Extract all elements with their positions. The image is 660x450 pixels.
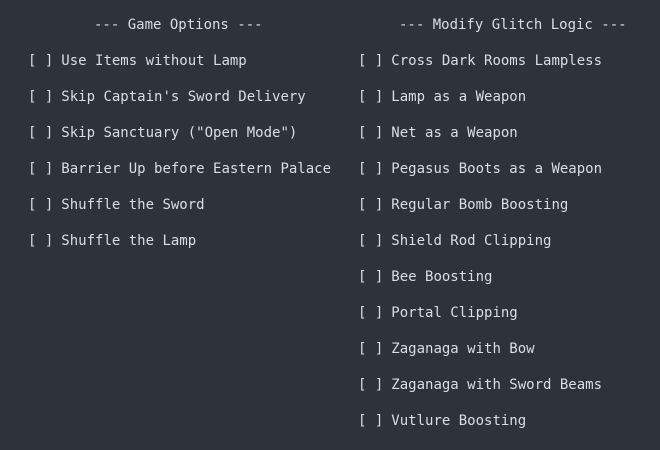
option-row[interactable]: [ ] Shuffle the Lamp <box>28 231 331 267</box>
glitch-logic-title: --- Modify Glitch Logic --- <box>399 17 627 33</box>
option-checkbox[interactable]: [ ] <box>28 195 53 215</box>
option-checkbox[interactable]: [ ] <box>358 303 383 323</box>
option-checkbox[interactable]: [ ] <box>358 195 383 215</box>
option-label: Shield Rod Clipping <box>391 233 552 249</box>
option-label: Barrier Up before Eastern Palace <box>61 161 332 177</box>
option-row[interactable]: [ ] Skip Captain's Sword Delivery <box>28 87 331 123</box>
option-row[interactable]: [ ] Vutlure Boosting <box>358 411 602 447</box>
option-row[interactable]: [ ] Skip Sanctuary ("Open Mode") <box>28 123 331 159</box>
option-label: Shuffle the Sword <box>61 197 205 213</box>
option-label: Portal Clipping <box>391 305 518 321</box>
options-panel: --- Game Options --- [ ] Use Items withou… <box>0 0 660 450</box>
option-checkbox[interactable]: [ ] <box>358 123 383 143</box>
option-row[interactable]: [ ] Cross Dark Rooms Lampless <box>358 51 602 87</box>
option-checkbox[interactable]: [ ] <box>28 87 53 107</box>
option-checkbox[interactable]: [ ] <box>358 159 383 179</box>
game-options-title: --- Game Options --- <box>94 17 263 33</box>
option-checkbox[interactable]: [ ] <box>358 231 383 251</box>
option-row[interactable]: [ ] Zaganaga with Bow <box>358 339 602 375</box>
option-row[interactable]: [ ] Barrier Up before Eastern Palace <box>28 159 331 195</box>
option-row[interactable]: [ ] Use Items without Lamp <box>28 51 331 87</box>
option-row[interactable]: [ ] Lamp as a Weapon <box>358 87 602 123</box>
option-row[interactable]: [ ] Regular Bomb Boosting <box>358 195 602 231</box>
option-label: Vutlure Boosting <box>391 413 527 429</box>
option-row[interactable]: [ ] Shield Rod Clipping <box>358 231 602 267</box>
option-checkbox[interactable]: [ ] <box>358 339 383 359</box>
option-row[interactable]: [ ] Net as a Weapon <box>358 123 602 159</box>
option-checkbox[interactable]: [ ] <box>358 411 383 431</box>
option-label: Cross Dark Rooms Lampless <box>391 53 603 69</box>
option-checkbox[interactable]: [ ] <box>28 231 53 251</box>
option-label: Net as a Weapon <box>391 125 518 141</box>
option-label: Skip Sanctuary ("Open Mode") <box>61 125 298 141</box>
option-label: Pegasus Boots as a Weapon <box>391 161 603 177</box>
glitch-logic-list: [ ] Cross Dark Rooms Lampless [ ] Lamp as a… <box>358 51 602 447</box>
option-label: Lamp as a Weapon <box>391 89 527 105</box>
option-row[interactable]: [ ] Pegasus Boots as a Weapon <box>358 159 602 195</box>
option-row[interactable]: [ ] Bee Boosting <box>358 267 602 303</box>
option-checkbox[interactable]: [ ] <box>28 123 53 143</box>
option-label: Zaganaga with Sword Beams <box>391 377 603 393</box>
option-label: Use Items without Lamp <box>61 53 247 69</box>
option-label: Zaganaga with Bow <box>391 341 535 357</box>
option-checkbox[interactable]: [ ] <box>28 159 53 179</box>
option-checkbox[interactable]: [ ] <box>358 87 383 107</box>
option-label: Bee Boosting <box>391 269 493 285</box>
option-checkbox[interactable]: [ ] <box>358 375 383 395</box>
option-row[interactable]: [ ] Zaganaga with Sword Beams <box>358 375 602 411</box>
option-row[interactable]: [ ] Portal Clipping <box>358 303 602 339</box>
option-label: Skip Captain's Sword Delivery <box>61 89 306 105</box>
option-row[interactable]: [ ] Shuffle the Sword <box>28 195 331 231</box>
option-label: Shuffle the Lamp <box>61 233 197 249</box>
option-checkbox[interactable]: [ ] <box>358 267 383 287</box>
option-checkbox[interactable]: [ ] <box>358 51 383 71</box>
game-options-list: [ ] Use Items without Lamp [ ] Skip Captain… <box>28 51 331 267</box>
option-label: Regular Bomb Boosting <box>391 197 569 213</box>
option-checkbox[interactable]: [ ] <box>28 51 53 71</box>
